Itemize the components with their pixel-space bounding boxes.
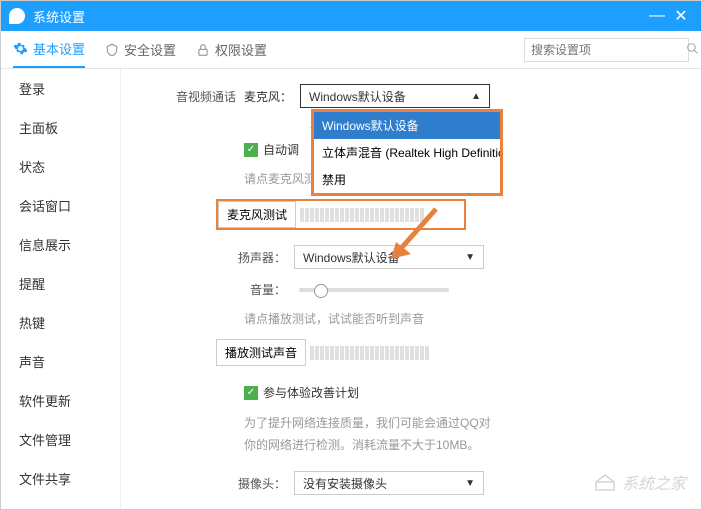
speaker-select-value: Windows默认设备 (303, 249, 400, 266)
camera-select-value: 没有安装摄像头 (303, 475, 387, 492)
play-test-button[interactable]: 播放测试声音 (216, 339, 306, 366)
lock-icon (196, 43, 210, 57)
speaker-volume-slider[interactable] (299, 288, 449, 292)
minimize-button[interactable]: — (645, 7, 669, 25)
mic-select-value: Windows默认设备 (309, 88, 406, 105)
search-box[interactable] (524, 38, 689, 62)
close-button[interactable]: ✕ (669, 6, 693, 26)
auto-adjust-label: 自动调 (263, 141, 299, 158)
tab-permission[interactable]: 权限设置 (196, 31, 267, 68)
auto-adjust-checkbox[interactable]: ✓ (244, 143, 258, 157)
speaker-volume-label: 音量： (156, 281, 286, 298)
tab-bar: 基本设置 安全设置 权限设置 (1, 31, 701, 69)
mic-test-button[interactable]: 麦克风测试 (218, 201, 296, 228)
sidebar-item-status[interactable]: 状态 (1, 147, 120, 186)
speaker-level-meter (306, 339, 466, 366)
tab-basic-label: 基本设置 (33, 39, 85, 58)
experience-checkbox[interactable]: ✓ (244, 386, 258, 400)
dropdown-arrow-icon: ▼ (465, 478, 475, 489)
mic-level-meter (296, 201, 464, 228)
sidebar-item-hotkey[interactable]: 热键 (1, 303, 120, 342)
speaker-label: 扬声器： (156, 249, 286, 266)
sidebar-item-mainpanel[interactable]: 主面板 (1, 108, 120, 147)
gear-icon (13, 41, 28, 56)
watermark: 系统之家 (593, 470, 686, 494)
mic-select[interactable]: Windows默认设备 ▲ (300, 84, 490, 108)
play-test-container: 播放测试声音 (216, 339, 466, 366)
play-hint: 请点播放测试，试试能否听到声音 (244, 310, 681, 327)
sidebar-item-update[interactable]: 软件更新 (1, 381, 120, 420)
shield-icon (105, 43, 119, 57)
sidebar-item-chat[interactable]: 会话窗口 (1, 186, 120, 225)
camera-select[interactable]: 没有安装摄像头 ▼ (294, 471, 484, 495)
mic-dropdown: Windows默认设备 立体声混音 (Realtek High Definiti… (311, 109, 503, 196)
window-title: 系统设置 (33, 7, 645, 26)
mic-option-default[interactable]: Windows默认设备 (314, 112, 500, 139)
sidebar-item-filemgr[interactable]: 文件管理 (1, 420, 120, 459)
mic-option-disable[interactable]: 禁用 (314, 166, 500, 193)
app-logo-icon (9, 8, 25, 24)
tab-security[interactable]: 安全设置 (105, 31, 176, 68)
search-icon (686, 42, 699, 58)
sidebar-item-info[interactable]: 信息展示 (1, 225, 120, 264)
sidebar-item-notify[interactable]: 提醒 (1, 264, 120, 303)
sidebar-item-login[interactable]: 登录 (1, 69, 120, 108)
mic-option-stereo[interactable]: 立体声混音 (Realtek High Definition (314, 139, 500, 166)
speaker-select[interactable]: Windows默认设备 ▼ (294, 245, 484, 269)
sidebar-item-sound[interactable]: 声音 (1, 342, 120, 381)
sidebar: 登录 主面板 状态 会话窗口 信息展示 提醒 热键 声音 软件更新 文件管理 文… (1, 69, 121, 509)
sidebar-item-avcall[interactable]: 音视频通话 (1, 498, 120, 509)
tab-basic[interactable]: 基本设置 (13, 31, 85, 68)
tab-permission-label: 权限设置 (215, 40, 267, 59)
mic-label: 麦克风： (244, 88, 292, 105)
dropdown-arrow-icon: ▼ (465, 252, 475, 263)
mic-test-container: 麦克风测试 (216, 199, 466, 230)
experience-label: 参与体验改善计划 (263, 384, 359, 401)
titlebar: 系统设置 — ✕ (1, 1, 701, 31)
search-input[interactable] (531, 43, 686, 57)
camera-label: 摄像头： (156, 475, 286, 492)
sidebar-item-fileshare[interactable]: 文件共享 (1, 459, 120, 498)
dropdown-arrow-icon: ▲ (471, 91, 481, 102)
experience-desc: 为了提升网络连接质量，我们可能会通过QQ对 你的网络进行检测。消耗流量不大于10… (244, 413, 681, 456)
tab-security-label: 安全设置 (124, 40, 176, 59)
section-label: 音视频通话 (156, 88, 236, 105)
